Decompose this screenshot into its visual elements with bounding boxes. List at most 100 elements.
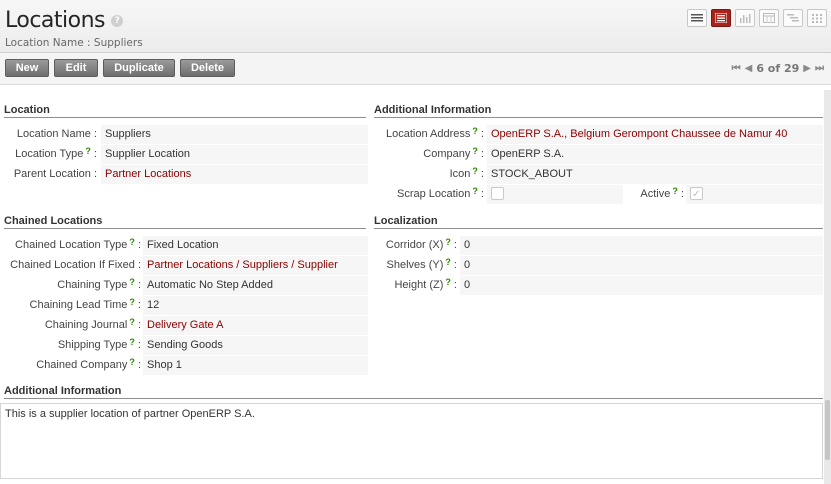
label-text: Active (640, 188, 671, 200)
chaining-type-select[interactable]: Automatic No Step Added (143, 276, 368, 295)
field-label: Scrap Location? : (396, 186, 484, 200)
last-record-icon[interactable]: ⏭ (815, 63, 824, 74)
edit-button[interactable]: Edit (54, 59, 98, 77)
label-text: Shipping Type (57, 339, 128, 351)
section-location: Location (4, 104, 366, 118)
scrollbar[interactable] (824, 90, 831, 484)
label-text: Chaining Lead Time (29, 299, 128, 311)
breadcrumb: Location Name : Suppliers (5, 37, 143, 49)
page-title: Locations? (5, 8, 124, 33)
active-checkbox[interactable] (690, 185, 703, 204)
label-text: Icon (449, 168, 471, 180)
chained-location-type-select[interactable]: Fixed Location (143, 236, 368, 255)
location-type-select[interactable]: Supplier Location (101, 145, 368, 164)
corridor-input[interactable]: 0 (460, 236, 823, 255)
help-icon[interactable]: ? (445, 237, 451, 247)
shipping-type-select[interactable]: Sending Goods (143, 336, 368, 355)
label-text: Location Address (385, 128, 471, 140)
pager-status: 6 of 29 (756, 62, 800, 75)
chaining-journal-link[interactable]: Delivery Gate A (143, 316, 368, 335)
scrap-location-field (487, 185, 623, 204)
help-icon[interactable]: ? (129, 357, 135, 367)
field-chained-location-type: Chained Location Type? : Fixed Location (0, 236, 370, 255)
label-text: Height (Z) (394, 279, 444, 291)
field-label: Company? : (423, 146, 484, 160)
field-shipping-type: Shipping Type? : Sending Goods (0, 336, 370, 355)
field-location-address: Location Address? : OpenERP S.A., Belgiu… (374, 125, 824, 144)
next-record-icon[interactable]: ▶ (803, 63, 811, 74)
parent-location-link[interactable]: Partner Locations (101, 165, 368, 184)
field-company: Company? : OpenERP S.A. (374, 145, 824, 164)
previous-record-icon[interactable]: ◀ (745, 63, 753, 74)
scrollbar-thumb[interactable] (825, 400, 830, 460)
height-input[interactable]: 0 (460, 276, 823, 295)
field-label: Shipping Type? : (57, 337, 141, 351)
help-icon[interactable]: ? (472, 126, 478, 136)
field-parent-location: Parent Location : Partner Locations (0, 165, 370, 184)
section-localization: Localization (374, 215, 823, 229)
help-icon[interactable]: ? (445, 277, 451, 287)
chaining-lead-time-input[interactable]: 12 (143, 296, 368, 315)
label-text: Scrap Location (396, 188, 471, 200)
location-address-link[interactable]: OpenERP S.A., Belgium Gerompont Chaussee… (487, 125, 823, 144)
label-text: Parent Location : (13, 168, 97, 180)
help-icon[interactable]: ? (472, 166, 478, 176)
field-label: Chaining Lead Time? : (29, 297, 141, 311)
help-icon[interactable]: ? (129, 297, 135, 307)
graph-view-icon[interactable] (735, 9, 755, 27)
help-icon[interactable]: ? (85, 146, 91, 156)
gantt-view-icon[interactable] (783, 9, 803, 27)
first-record-icon[interactable]: ⏮ (732, 63, 741, 74)
help-icon[interactable]: ? (111, 15, 124, 27)
scrap-location-checkbox[interactable] (491, 186, 504, 200)
view-switcher (687, 9, 827, 27)
field-label: Chained Company? : (36, 357, 141, 371)
field-location-type: Location Type? : Supplier Location (0, 145, 370, 164)
help-icon[interactable]: ? (472, 186, 478, 196)
section-notes: Additional Information (4, 385, 823, 399)
field-chaining-type: Chaining Type? : Automatic No Step Added (0, 276, 370, 295)
field-label: Chained Location Type? : (15, 237, 141, 251)
field-chaining-lead-time: Chaining Lead Time? : 12 (0, 296, 370, 315)
help-icon[interactable]: ? (445, 257, 451, 267)
shelves-input[interactable]: 0 (460, 256, 823, 275)
label-text: Chained Location If Fixed : (10, 259, 141, 271)
help-icon[interactable]: ? (129, 317, 135, 327)
location-name-input[interactable]: Suppliers (101, 125, 368, 144)
field-label: Shelves (Y)? : (386, 257, 457, 271)
duplicate-button[interactable]: Duplicate (103, 59, 175, 77)
help-icon[interactable]: ? (672, 186, 678, 196)
label-text: Shelves (Y) (386, 259, 444, 271)
calendar-view-icon[interactable] (759, 9, 779, 27)
chained-company-input[interactable]: Shop 1 (143, 356, 368, 375)
delete-button[interactable]: Delete (180, 59, 235, 77)
help-icon[interactable]: ? (129, 337, 135, 347)
form-view-icon[interactable] (711, 9, 731, 27)
chained-location-fixed-link[interactable]: Partner Locations / Suppliers / Supplier (143, 256, 368, 275)
notes-textarea[interactable]: This is a supplier location of partner O… (0, 403, 823, 479)
field-label: Chaining Type? : (57, 277, 141, 291)
field-shelves: Shelves (Y)? : 0 (374, 256, 824, 275)
kanban-view-icon[interactable] (807, 9, 827, 27)
label-text: Location Name : (16, 128, 97, 140)
new-button[interactable]: New (5, 59, 49, 77)
field-label: Location Type? : (15, 146, 97, 160)
label-text: Chained Company (36, 359, 128, 371)
field-label: Height (Z)? : (394, 277, 457, 291)
active-field (686, 185, 823, 204)
field-label: Chaining Journal? : (44, 317, 141, 331)
icon-select[interactable]: STOCK_ABOUT (487, 165, 823, 184)
field-scrap-active: Scrap Location? : Active? : (374, 185, 824, 204)
field-label: Parent Location : (0, 165, 97, 184)
list-view-icon[interactable] (687, 9, 707, 27)
help-icon[interactable]: ? (472, 146, 478, 156)
field-chained-company: Chained Company? : Shop 1 (0, 356, 370, 375)
label-text: Company (423, 148, 471, 160)
help-icon[interactable]: ? (129, 237, 135, 247)
label-text: Chaining Type (57, 279, 128, 291)
field-label: Location Address? : (385, 126, 484, 140)
help-icon[interactable]: ? (129, 277, 135, 287)
field-label: Active? : (640, 186, 684, 200)
company-input[interactable]: OpenERP S.A. (487, 145, 823, 164)
field-chained-location-fixed: Chained Location If Fixed : Partner Loca… (0, 256, 370, 275)
